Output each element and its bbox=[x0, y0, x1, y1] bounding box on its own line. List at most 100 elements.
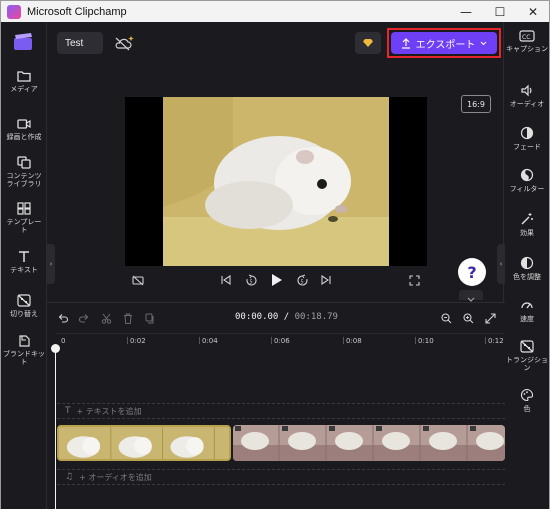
video-clip-2[interactable] bbox=[233, 425, 505, 461]
tick-mark bbox=[127, 337, 128, 344]
clip-1-thumbnails bbox=[59, 427, 229, 459]
redo-button[interactable] bbox=[77, 311, 91, 325]
trash-icon bbox=[124, 313, 132, 324]
forward-5s-button[interactable]: 5 bbox=[294, 272, 310, 288]
nav-transitions-label: 切り替え bbox=[10, 310, 38, 318]
prop-fade[interactable]: フェード bbox=[504, 126, 550, 151]
text-track-t-icon: T bbox=[65, 406, 71, 416]
filter-icon bbox=[520, 168, 534, 182]
tick-mark bbox=[271, 337, 272, 344]
preview-frame-image bbox=[163, 97, 389, 266]
prop-captions[interactable]: CC キャプション bbox=[504, 30, 550, 53]
fade-icon bbox=[520, 126, 534, 140]
hide-preview-button[interactable] bbox=[131, 272, 145, 288]
nav-record-create[interactable]: 録画と作成 bbox=[1, 118, 47, 141]
diamond-icon bbox=[363, 39, 373, 47]
hide-video-icon bbox=[132, 275, 144, 285]
prop-filter[interactable]: フィルター bbox=[504, 168, 550, 193]
timecode: 00:00.00 / 00:18.79 bbox=[235, 312, 338, 322]
prop-audio[interactable]: オーディオ bbox=[504, 84, 550, 108]
time-ruler[interactable]: 0 0:02 0:04 0:06 0:08 0:10 0:12 bbox=[55, 333, 505, 347]
prop-effects[interactable]: 効果 bbox=[504, 212, 550, 237]
nav-content-library[interactable]: コンテンツライブラリ bbox=[1, 156, 47, 188]
prop-effects-label: 効果 bbox=[520, 229, 534, 237]
prop-captions-label: キャプション bbox=[506, 45, 548, 53]
project-name-field[interactable]: Test bbox=[57, 32, 103, 54]
prop-color[interactable]: 色 bbox=[504, 388, 550, 413]
prop-filter-label: フィルター bbox=[509, 185, 545, 193]
text-track[interactable]: T + テキストを追加 bbox=[57, 403, 505, 419]
redo-icon bbox=[78, 314, 88, 323]
magic-wand-icon bbox=[521, 213, 533, 225]
zoom-out-button[interactable] bbox=[439, 311, 453, 325]
nav-media[interactable]: メディア bbox=[1, 70, 47, 93]
total-time: 00:18.79 bbox=[294, 312, 338, 322]
help-button[interactable]: ? bbox=[458, 258, 486, 286]
clipchamp-app-icon bbox=[7, 4, 21, 19]
prop-adjust-color[interactable]: 色を調整 bbox=[504, 256, 550, 281]
window-title: Microsoft Clipchamp bbox=[27, 5, 127, 18]
palette-icon bbox=[521, 388, 534, 402]
prop-speed-label: 速度 bbox=[520, 315, 534, 323]
audio-track[interactable]: ♫ + オーディオを追加 bbox=[57, 469, 505, 485]
adjust-color-icon bbox=[520, 256, 534, 270]
tick-0-12: 0:12 bbox=[488, 337, 504, 345]
timeline-panel: 00:00.00 / 00:18.79 0 0:02 0:04 0:06 0:0… bbox=[47, 302, 505, 509]
transition-icon bbox=[520, 340, 534, 353]
add-text-label: + テキストを追加 bbox=[76, 406, 142, 416]
video-preview[interactable] bbox=[125, 97, 427, 266]
split-button[interactable] bbox=[99, 311, 113, 325]
nav-templates[interactable]: テンプレート bbox=[1, 202, 47, 234]
tick-0-04: 0:04 bbox=[202, 337, 218, 345]
nav-text[interactable]: テキスト bbox=[1, 250, 47, 274]
zoom-in-icon bbox=[462, 312, 473, 323]
playhead-handle[interactable] bbox=[51, 344, 60, 353]
captions-icon: CC bbox=[519, 30, 535, 42]
premium-button[interactable] bbox=[355, 32, 381, 54]
add-audio-label: + オーディオを追加 bbox=[79, 472, 152, 482]
fullscreen-button[interactable] bbox=[407, 272, 421, 288]
prop-transition[interactable]: トランジション bbox=[504, 340, 550, 372]
maximize-button[interactable]: ☐ bbox=[483, 1, 517, 23]
clipchamp-logo-icon bbox=[14, 33, 32, 50]
expand-right-panel-button[interactable]: ‹ bbox=[497, 244, 505, 284]
prop-audio-label: オーディオ bbox=[509, 100, 545, 108]
tick-mark bbox=[415, 337, 416, 344]
duplicate-icon bbox=[145, 313, 154, 323]
time-separator: / bbox=[278, 312, 295, 322]
delete-button[interactable] bbox=[121, 311, 135, 325]
skip-back-button[interactable] bbox=[219, 272, 233, 288]
prop-speed[interactable]: 速度 bbox=[504, 298, 550, 323]
clip-2-thumbnails bbox=[233, 425, 505, 461]
scissors-icon bbox=[101, 313, 111, 324]
right-sidebar: CC キャプション オーディオ フェード フィルター 効果 色を調整 速度 トラ… bbox=[503, 22, 549, 509]
tick-0: 0 bbox=[61, 337, 66, 345]
close-button[interactable]: ✕ bbox=[516, 1, 550, 23]
svg-text:CC: CC bbox=[522, 34, 530, 41]
video-clip-1[interactable] bbox=[57, 425, 231, 461]
collapse-timeline-button[interactable] bbox=[459, 290, 483, 302]
minimize-button[interactable]: — bbox=[449, 1, 483, 23]
tick-0-08: 0:08 bbox=[346, 337, 362, 345]
prop-color-label: 色 bbox=[523, 405, 531, 413]
cloud-sync-off-icon[interactable] bbox=[113, 35, 135, 53]
rewind-5s-button[interactable]: 5 bbox=[243, 272, 259, 288]
duplicate-button[interactable] bbox=[143, 311, 157, 325]
content-library-icon bbox=[17, 156, 31, 169]
playhead[interactable] bbox=[55, 347, 56, 509]
fullscreen-icon bbox=[408, 274, 420, 286]
expand-left-panel-button[interactable]: › bbox=[47, 244, 55, 284]
app-body: メディア 録画と作成 コンテンツライブラリ テンプレート テキスト 切り替え ブ… bbox=[0, 22, 550, 509]
skip-forward-button[interactable] bbox=[319, 272, 333, 288]
undo-button[interactable] bbox=[55, 311, 69, 325]
rewind-icon: 5 bbox=[245, 274, 257, 286]
tick-mark bbox=[199, 337, 200, 344]
aspect-ratio-button[interactable]: 16:9 bbox=[461, 95, 491, 113]
nav-transitions[interactable]: 切り替え bbox=[1, 294, 47, 318]
nav-text-label: テキスト bbox=[10, 266, 38, 274]
play-button[interactable] bbox=[268, 272, 286, 288]
nav-brand-kit[interactable]: ブランドキット bbox=[1, 334, 47, 366]
fit-timeline-button[interactable] bbox=[483, 311, 497, 325]
hamster-image bbox=[163, 97, 389, 266]
zoom-in-button[interactable] bbox=[461, 311, 475, 325]
